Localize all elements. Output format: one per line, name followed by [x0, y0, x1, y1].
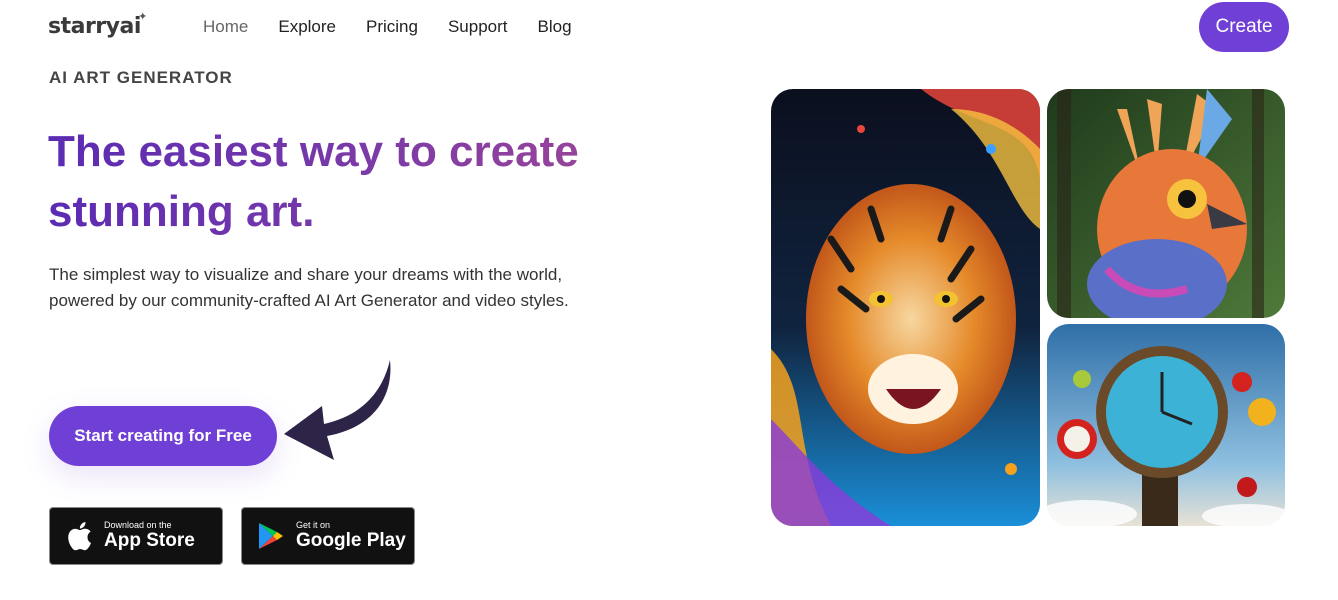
hero-description: The simplest way to visualize and share … [49, 265, 569, 310]
tiger-artwork[interactable] [771, 89, 1040, 526]
main-nav: Home Explore Pricing Support Blog [203, 17, 572, 37]
brand-logo[interactable]: starryai ✦ [48, 10, 147, 39]
apple-icon [66, 522, 94, 551]
app-store-label: App Store [104, 530, 195, 551]
nav-blog[interactable]: Blog [538, 17, 572, 37]
nav-home[interactable]: Home [203, 17, 248, 37]
bird-artwork[interactable] [1047, 89, 1285, 318]
google-play-badge[interactable]: Get it on Google Play [241, 507, 415, 565]
curved-arrow-icon [284, 360, 391, 460]
google-play-label: Google Play [296, 530, 406, 551]
nav-explore[interactable]: Explore [278, 17, 336, 37]
app-store-badge[interactable]: Download on the App Store [49, 507, 223, 565]
sparkle-icon: ✦ [138, 10, 147, 23]
app-store-small-text: Download on the [104, 520, 172, 530]
create-button[interactable]: Create [1199, 2, 1289, 52]
google-play-icon [258, 522, 286, 550]
brand-name: starryai [48, 14, 141, 39]
start-creating-button[interactable]: Start creating for Free [49, 406, 277, 466]
google-play-small-text: Get it on [296, 520, 331, 530]
clock-artwork[interactable] [1047, 324, 1285, 526]
nav-support[interactable]: Support [448, 17, 508, 37]
nav-pricing[interactable]: Pricing [366, 17, 418, 37]
hero-headline: The easiest way to create stunning art. [48, 122, 668, 242]
hero-eyebrow: AI ART GENERATOR [49, 68, 233, 87]
